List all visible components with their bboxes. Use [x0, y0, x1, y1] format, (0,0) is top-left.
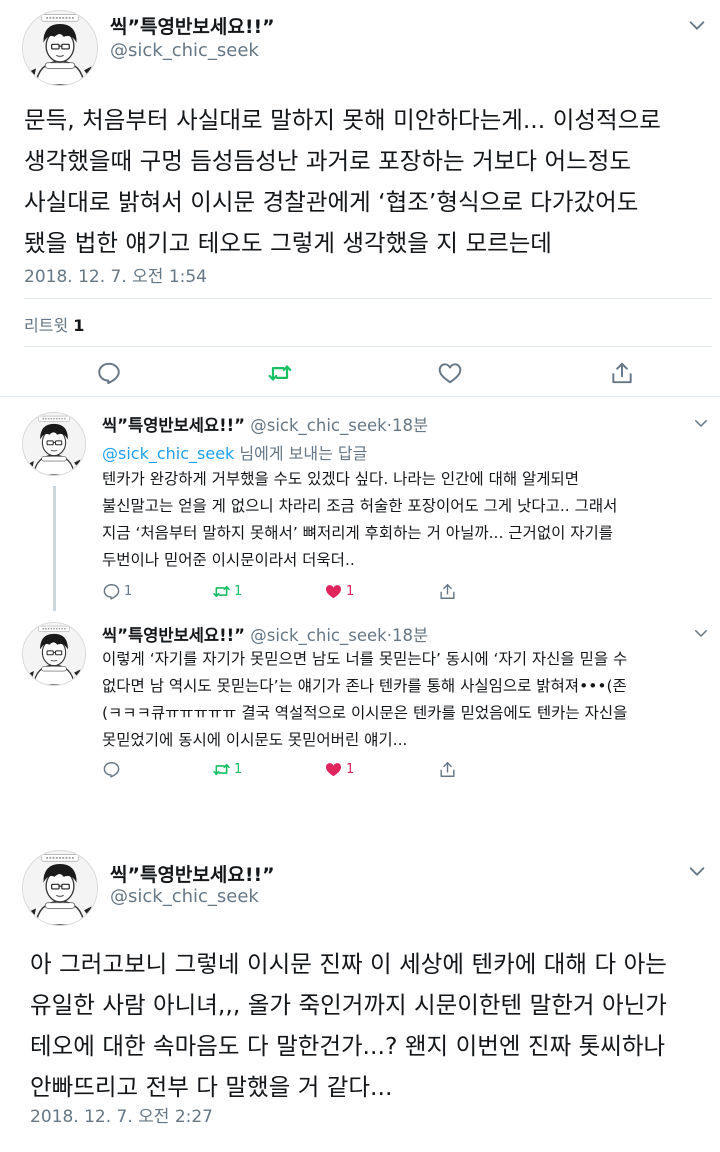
- tweet-text: 아 그러고보니 그렇네 이시문 진짜 이 세상에 텐카에 대해 다 아는 유일한…: [30, 950, 667, 1101]
- reply-action-bar: 1 1: [102, 758, 702, 782]
- like-icon: [437, 360, 463, 386]
- main-tweet: 씩”특영반보세요!!” @sick_chic_seek 아 그러고보니 그렇네 …: [0, 842, 720, 1152]
- user-handle[interactable]: @sick_chic_seek: [250, 626, 386, 645]
- reply-button[interactable]: [96, 360, 122, 386]
- retweet-count: 1: [234, 761, 243, 777]
- retweet-icon: [267, 360, 293, 386]
- reply-action-bar: 1 1 1: [102, 580, 702, 604]
- like-filled-icon: [324, 760, 343, 779]
- retweet-count: 1: [234, 583, 243, 599]
- share-icon: [438, 760, 457, 779]
- retweet-icon: [212, 582, 231, 601]
- anime-boy-avatar-icon: [23, 11, 97, 85]
- avatar[interactable]: [22, 412, 86, 476]
- retweet-stat-count: 1: [73, 316, 85, 335]
- anime-boy-avatar-icon: [23, 851, 97, 925]
- reply-tweet[interactable]: 씩”특영반보세요!!” @sick_chic_seek·18분 @sick_ch…: [0, 402, 720, 612]
- tweet-timestamp[interactable]: 2018. 12. 7. 오전 2:27: [30, 1102, 213, 1127]
- share-button[interactable]: [609, 360, 635, 386]
- chevron-down-icon[interactable]: [686, 860, 708, 882]
- retweet-button[interactable]: 1: [212, 758, 242, 780]
- reply-icon: [96, 360, 122, 386]
- avatar[interactable]: [22, 850, 98, 926]
- divider: [24, 346, 712, 347]
- anime-boy-avatar-icon: [23, 623, 85, 685]
- replying-to-mention[interactable]: @sick_chic_seek: [102, 444, 234, 463]
- user-handle[interactable]: @sick_chic_seek: [110, 40, 259, 61]
- display-name[interactable]: 씩”특영반보세요!!”: [110, 860, 275, 887]
- retweet-icon: [212, 760, 231, 779]
- reply-header: 씩”특영반보세요!!” @sick_chic_seek·18분: [102, 622, 428, 646]
- divider: [0, 396, 720, 397]
- like-count: 1: [346, 761, 355, 777]
- display-name[interactable]: 씩”특영반보세요!!”: [110, 12, 275, 39]
- share-icon: [609, 360, 635, 386]
- reply-button[interactable]: [102, 758, 124, 780]
- like-filled-icon: [324, 582, 343, 601]
- like-button[interactable]: [437, 360, 463, 386]
- tweet-timestamp[interactable]: 2018. 12. 7. 오전 1:54: [24, 262, 207, 287]
- chevron-down-icon[interactable]: [686, 14, 708, 36]
- tweet-text: 문득, 처음부터 사실대로 말하지 못해 미안하다는게... 이성적으로 생각했…: [24, 106, 661, 257]
- divider: [24, 298, 712, 299]
- avatar[interactable]: [22, 622, 86, 686]
- reply-icon: [102, 760, 121, 779]
- reply-time[interactable]: 18분: [392, 416, 428, 435]
- tweet-action-bar: [0, 356, 720, 390]
- replying-to: @sick_chic_seek 님에게 보내는 답글: [102, 440, 367, 464]
- user-handle[interactable]: @sick_chic_seek: [250, 416, 386, 435]
- reply-count: 1: [124, 583, 133, 599]
- avatar[interactable]: [22, 10, 98, 86]
- like-button[interactable]: 1: [324, 580, 354, 602]
- retweet-button[interactable]: 1: [212, 580, 242, 602]
- reply-text: 텐카가 완강하게 거부했을 수도 있겠다 싶다. 나라는 인간에 대해 알게되면…: [102, 470, 618, 569]
- reply-icon: [102, 582, 121, 601]
- anime-boy-avatar-icon: [23, 413, 85, 475]
- retweet-button[interactable]: [267, 360, 293, 386]
- display-name[interactable]: 씩”특영반보세요!!”: [102, 416, 245, 435]
- reply-header: 씩”특영반보세요!!” @sick_chic_seek·18분: [102, 412, 428, 436]
- like-count: 1: [346, 583, 355, 599]
- share-button[interactable]: [438, 758, 457, 780]
- share-button[interactable]: [438, 580, 457, 602]
- chevron-down-icon[interactable]: [692, 414, 710, 432]
- like-button[interactable]: 1: [324, 758, 354, 780]
- retweet-stat-label: 리트윗: [24, 316, 69, 335]
- reply-button[interactable]: 1: [102, 580, 132, 602]
- reply-text: 이렇게 ‘자기를 자기가 못믿으면 남도 너를 못믿는다’ 동시에 ‘자기 자신…: [102, 650, 628, 749]
- user-handle[interactable]: @sick_chic_seek: [110, 886, 259, 907]
- share-icon: [438, 582, 457, 601]
- replying-to-suffix: 님에게 보내는 답글: [234, 444, 368, 463]
- display-name[interactable]: 씩”특영반보세요!!”: [102, 626, 245, 645]
- retweet-stat[interactable]: 리트윗 1: [24, 312, 84, 336]
- main-tweet: 씩”특영반보세요!!” @sick_chic_seek 문득, 처음부터 사실대…: [0, 0, 720, 400]
- chevron-down-icon[interactable]: [692, 624, 710, 642]
- reply-time[interactable]: 18분: [392, 626, 428, 645]
- reply-tweet[interactable]: 씩”특영반보세요!!” @sick_chic_seek·18분 이렇게 ‘자기를…: [0, 612, 720, 794]
